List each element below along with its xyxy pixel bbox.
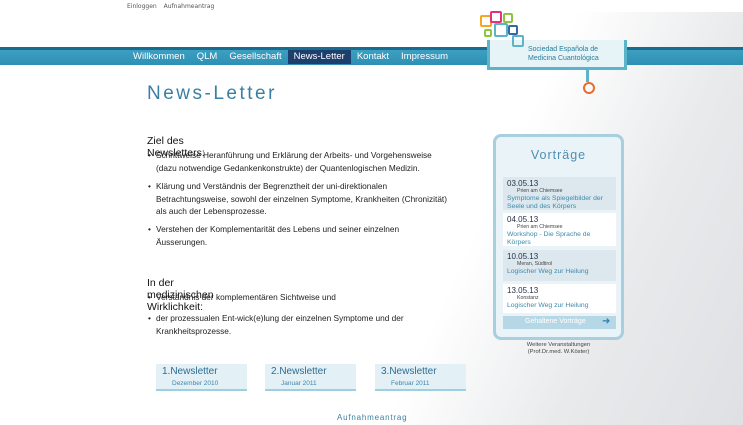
past-talks-button[interactable]: Gehaltene Vorträge ➜ xyxy=(503,316,616,329)
top-bar xyxy=(0,0,743,12)
top-links: Einloggen Aufnahmeantrag xyxy=(127,3,219,10)
talk-title: Logischer Weg zur Heilung xyxy=(507,268,589,275)
main-nav: Willkommen QLM Gesellschaft News-Letter … xyxy=(127,50,454,64)
talk-date: 13.05.13 xyxy=(507,286,539,295)
talk-location: Prien am Chiemsee xyxy=(517,188,563,194)
logo-stem xyxy=(586,70,589,82)
logo-circle-icon xyxy=(583,82,595,94)
talk-item[interactable]: 03.05.13 Prien am Chiemsee Symptome als … xyxy=(503,177,616,210)
talk-item[interactable]: 10.05.13 Meran, Südtirol Logischer Weg z… xyxy=(503,250,616,281)
goal-bullet-2: • Klärung und Verständnis der Begrenzthei… xyxy=(148,181,447,216)
newsletter-date: Januar 2011 xyxy=(281,380,317,387)
application-link-top[interactable]: Aufnahmeantrag xyxy=(164,3,215,10)
more-events-link[interactable]: Weitere Veranstaltungen (Prof.Dr.med. W.… xyxy=(493,342,624,356)
past-talks-label: Gehaltene Vorträge xyxy=(525,318,586,325)
newsletter-date: Februar 2011 xyxy=(391,380,430,387)
talks-panel: Vorträge 03.05.13 Prien am Chiemsee Symp… xyxy=(493,134,624,340)
talk-location: Konstanz xyxy=(517,295,539,301)
logo-text: Sociedad Española de Medicina Cuantológi… xyxy=(528,45,599,63)
reality-bullet-2: • der prozessualen Ent-wick(e)lung der ei… xyxy=(148,313,404,336)
logo-line-2: Medicina Cuantológica xyxy=(528,55,599,62)
talk-date: 03.05.13 xyxy=(507,179,539,188)
page-title: News-Letter xyxy=(147,83,277,104)
login-link[interactable]: Einloggen xyxy=(127,3,157,10)
nav-item-gesellschaft[interactable]: Gesellschaft xyxy=(223,50,287,64)
nav-item-kontakt[interactable]: Kontakt xyxy=(351,50,395,64)
talk-title: Symptome als Spiegelbilder der Seele und… xyxy=(507,195,603,210)
goal-bullet-3: • Verstehen der Komplementarität des Lebe… xyxy=(148,224,400,247)
talk-location: Meran, Südtirol xyxy=(517,261,553,267)
goal-bullet-1: • Schrittweise Heranführung und Erklärung… xyxy=(148,150,432,173)
application-link-footer[interactable]: Aufnahmeantrag xyxy=(337,413,407,422)
nav-item-news-letter[interactable]: News-Letter xyxy=(287,50,351,64)
newsletter-title: 3.Newsletter xyxy=(381,366,437,377)
talk-title: Logischer Weg zur Heilung xyxy=(507,302,589,309)
reality-bullet-1: • Verständnis der komplementären Sichtwei… xyxy=(148,292,336,302)
logo-squares-icon xyxy=(476,9,536,59)
talk-item[interactable]: 13.05.13 Konstanz Logischer Weg zur Heil… xyxy=(503,284,616,313)
newsletter-1-link[interactable]: 1.Newsletter Dezember 2010 xyxy=(156,364,247,391)
arrow-right-icon: ➜ xyxy=(602,316,611,327)
more-events-line-1: Weitere Veranstaltungen xyxy=(526,342,591,348)
newsletter-date: Dezember 2010 xyxy=(172,380,219,387)
logo-line-1: Sociedad Española de xyxy=(528,46,599,53)
newsletter-3-link[interactable]: 3.Newsletter Februar 2011 xyxy=(375,364,466,391)
newsletter-title: 1.Newsletter xyxy=(162,366,218,377)
newsletter-title: 2.Newsletter xyxy=(271,366,327,377)
nav-item-qlm[interactable]: QLM xyxy=(191,50,224,64)
newsletter-2-link[interactable]: 2.Newsletter Januar 2011 xyxy=(265,364,356,391)
nav-item-willkommen[interactable]: Willkommen xyxy=(127,50,191,64)
talk-location: Prien am Chiemsee xyxy=(517,224,563,230)
talk-date: 04.05.13 xyxy=(507,215,539,224)
talk-item[interactable]: 04.05.13 Prien am Chiemsee Workshop - Di… xyxy=(503,213,616,246)
talk-date: 10.05.13 xyxy=(507,252,539,261)
talk-title: Workshop - Die Sprache de Körpers xyxy=(507,231,591,246)
more-events-line-2: (Prof.Dr.med. W.Köster) xyxy=(527,349,590,355)
talks-panel-title: Vorträge xyxy=(530,148,587,162)
nav-item-impressum[interactable]: Impressum xyxy=(395,50,454,64)
